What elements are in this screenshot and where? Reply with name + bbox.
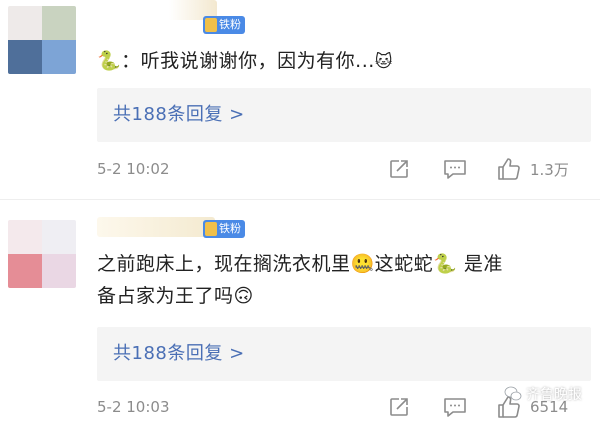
fan-badge: 铁粉 (203, 220, 245, 238)
view-replies-link[interactable]: 共188条回复 > (113, 88, 245, 142)
cat-emoji-icon: 🐱 (374, 51, 394, 72)
comment-icon (444, 398, 466, 417)
username-blurred[interactable] (97, 217, 215, 237)
watermark-text: 齐鲁晚报 (526, 387, 582, 403)
reply-box: 共188条回复 > (97, 327, 591, 381)
reply-box: 共188条回复 > (97, 88, 591, 142)
badge-label: 铁粉 (219, 222, 241, 235)
comment-text-line-2: 备占家为王了吗🙃 (97, 285, 254, 307)
comment-text-line-1: 之前跑床上，现在搁洗衣机里🤐这蛇蛇🐍 是准 (97, 253, 503, 275)
badge-icon (205, 18, 217, 32)
username-blurred[interactable] (97, 0, 217, 20)
share-button[interactable] (387, 157, 411, 181)
comment-text: 之前跑床上，现在搁洗衣机里🤐这蛇蛇🐍 是准 备占家为王了吗🙃 (97, 248, 570, 312)
comment-timestamp: 5-2 10:03 (97, 398, 170, 416)
like-icon (498, 158, 520, 180)
comment-timestamp: 5-2 10:02 (97, 160, 170, 178)
avatar[interactable] (8, 220, 76, 288)
like-count: 1.3万 (530, 160, 569, 179)
badge-icon (205, 222, 217, 236)
comment-text: 🐍：听我说谢谢你，因为有你...🐱 (97, 45, 570, 78)
view-replies-link[interactable]: 共188条回复 > (113, 327, 245, 381)
fan-badge: 铁粉 (203, 16, 245, 34)
share-icon (390, 160, 408, 178)
comment-icon (444, 160, 466, 179)
share-button[interactable] (387, 395, 411, 419)
watermark: 齐鲁晚报 (504, 384, 582, 404)
comment-button[interactable] (442, 395, 468, 419)
badge-label: 铁粉 (219, 18, 241, 31)
comment-text-body: 🐍：听我说谢谢你，因为有你... (97, 50, 375, 72)
share-icon (390, 398, 408, 416)
wechat-icon (504, 386, 522, 401)
like-button[interactable]: 1.3万 (496, 156, 569, 182)
comment-item-1: 铁粉 🐍：听我说谢谢你，因为有你...🐱 共188条回复 > 5-2 10:02… (0, 0, 600, 200)
comment-button[interactable] (442, 157, 468, 181)
avatar[interactable] (8, 6, 76, 74)
